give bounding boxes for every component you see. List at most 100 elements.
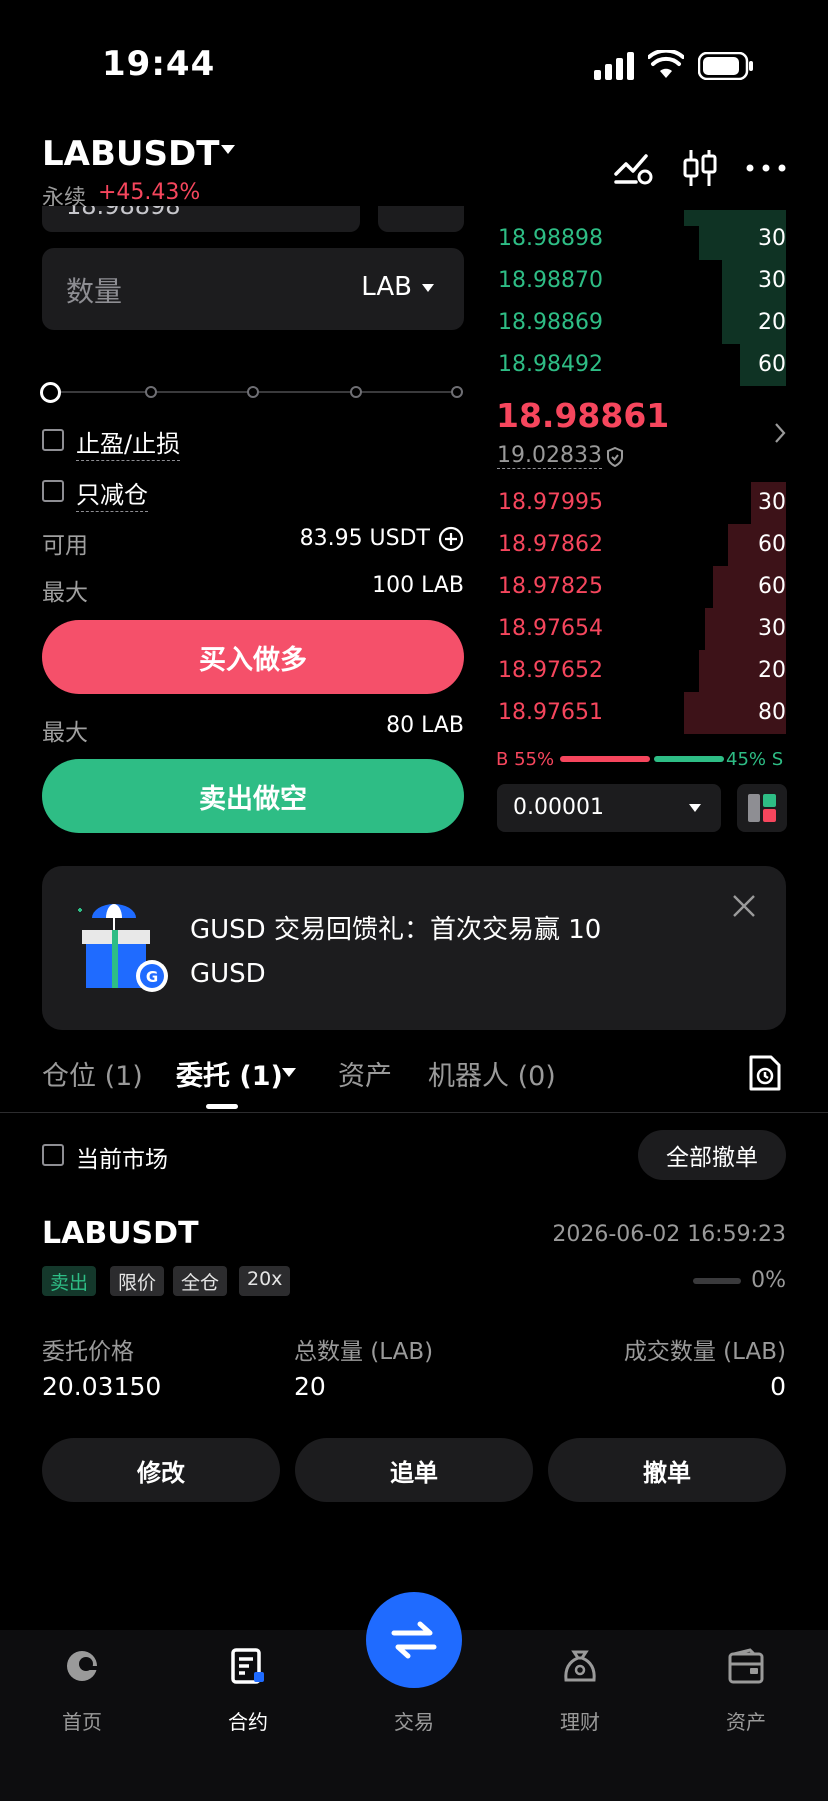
caret-down-icon[interactable] <box>282 1068 296 1078</box>
bid-row[interactable]: 18.97862 60 <box>496 524 786 566</box>
bid-price: 18.97652 <box>498 658 603 683</box>
precision-value: 0.00001 <box>513 795 604 820</box>
max-sell-value: 80 LAB <box>386 713 464 738</box>
promo-text: GUSD 交易回馈礼：首次交易赢 10 GUSD <box>190 915 602 989</box>
bid-row[interactable]: 18.97651 80 <box>496 692 786 734</box>
caret-down-icon[interactable] <box>422 284 434 293</box>
symbol-title[interactable]: LABUSDT <box>42 134 219 174</box>
order-price-label: 委托价格 <box>42 1339 134 1365</box>
caret-down-icon[interactable] <box>220 144 236 156</box>
order-symbol[interactable]: LABUSDT <box>42 1216 199 1251</box>
price-field-value-fragment: 18.98898 <box>66 206 181 220</box>
more-icon[interactable] <box>746 164 786 172</box>
bid-row[interactable]: 18.97825 60 <box>496 566 786 608</box>
price-alert-icon[interactable] <box>614 150 654 186</box>
slider-stop-25[interactable] <box>145 386 157 398</box>
reduce-only-checkbox[interactable] <box>42 480 64 502</box>
price-change-pct: +45.43% <box>98 180 201 205</box>
tab-assets[interactable]: 资产 <box>338 1054 392 1093</box>
swap-icon <box>391 1621 437 1659</box>
precision-select[interactable]: 0.00001 <box>497 784 721 832</box>
ask-row[interactable]: 18.98870 30 <box>496 260 786 302</box>
bid-qty: 30 <box>758 490 786 515</box>
available-value: 83.95 USDT <box>299 526 430 551</box>
current-market-checkbox[interactable] <box>42 1144 64 1166</box>
ask-price: 18.98870 <box>498 268 603 293</box>
bid-price: 18.97654 <box>498 616 603 641</box>
nav-assets-label: 资产 <box>726 1710 766 1734</box>
ask-row[interactable]: 18.98492 60 <box>496 344 786 386</box>
quantity-unit-select[interactable]: LAB <box>361 272 412 302</box>
bid-qty: 20 <box>758 658 786 683</box>
bid-row[interactable]: 18.97995 30 <box>496 482 786 524</box>
available-label: 可用 <box>42 533 88 559</box>
ask-qty: 30 <box>758 226 786 251</box>
reduce-only-label[interactable]: 只减仓 <box>76 475 148 512</box>
index-price[interactable]: 19.02833 <box>497 443 602 469</box>
nav-earn-label: 理财 <box>560 1710 600 1734</box>
svg-text:G: G <box>146 968 158 986</box>
bbo-field[interactable] <box>378 206 464 232</box>
ask-row[interactable]: 18.98869 20 <box>496 302 786 344</box>
total-qty-value: 20 <box>294 1372 326 1401</box>
slider-stop-100[interactable] <box>451 386 463 398</box>
quantity-input[interactable]: 数量 LAB <box>42 248 464 330</box>
last-price: 18.98861 <box>496 396 670 435</box>
candlestick-icon[interactable] <box>682 148 718 188</box>
add-circle-icon[interactable] <box>438 526 464 552</box>
sell-ratio: 45% S <box>726 749 784 770</box>
ask-price: 18.98898 <box>498 226 603 251</box>
bid-price: 18.97825 <box>498 574 603 599</box>
leverage-tag: 20x <box>239 1266 291 1296</box>
total-qty-label: 总数量 (LAB) <box>294 1339 434 1365</box>
ask-qty: 20 <box>758 310 786 335</box>
buy-ratio: B 55% <box>496 749 555 770</box>
tab-orders[interactable]: 委托 (1) <box>176 1054 283 1093</box>
order-history-icon[interactable] <box>749 1055 781 1091</box>
home-icon <box>64 1648 100 1688</box>
promo-banner[interactable]: G GUSD 交易回馈礼：首次交易赢 10 GUSD <box>42 866 786 1030</box>
wallet-icon <box>728 1648 764 1688</box>
sell-short-button[interactable]: 卖出做空 <box>42 759 464 833</box>
trade-fab-button[interactable] <box>366 1592 462 1688</box>
tab-bots[interactable]: 机器人 (0) <box>428 1054 556 1093</box>
ask-row[interactable]: 18.98898 30 <box>496 218 786 260</box>
buy-ratio-bar <box>560 756 650 762</box>
tabs-divider <box>0 1112 828 1113</box>
bid-qty: 80 <box>758 700 786 725</box>
chase-button[interactable]: 追单 <box>295 1438 533 1502</box>
max-buy-label: 最大 <box>42 580 88 606</box>
close-icon[interactable] <box>732 894 756 918</box>
buy-long-button[interactable]: 买入做多 <box>42 620 464 694</box>
quantity-placeholder: 数量 <box>66 275 123 308</box>
chevron-right-icon[interactable] <box>774 422 786 444</box>
bid-row[interactable]: 18.97652 20 <box>496 650 786 692</box>
order-price-value: 20.03150 <box>42 1372 162 1401</box>
price-field[interactable]: 18.98898 <box>42 206 360 232</box>
max-buy-value: 100 LAB <box>372 573 464 598</box>
bid-price: 18.97651 <box>498 700 603 725</box>
shield-icon <box>606 447 624 467</box>
signal-icon <box>594 52 634 80</box>
quantity-slider-thumb[interactable] <box>40 382 61 403</box>
tp-sl-label[interactable]: 止盈/止损 <box>76 424 181 461</box>
cancel-all-button[interactable]: 全部撤单 <box>638 1130 786 1180</box>
fill-percent: 0% <box>751 1268 786 1293</box>
ask-qty: 30 <box>758 268 786 293</box>
order-type-tag: 限价 <box>110 1266 165 1296</box>
current-market-label[interactable]: 当前市场 <box>76 1140 168 1174</box>
ask-price: 18.98869 <box>498 310 603 335</box>
gift-icon: G <box>76 896 172 1000</box>
slider-stop-50[interactable] <box>247 386 259 398</box>
tp-sl-checkbox[interactable] <box>42 429 64 451</box>
order-time: 2026-06-02 16:59:23 <box>552 1222 786 1247</box>
filled-qty-value: 0 <box>770 1372 786 1401</box>
tab-positions[interactable]: 仓位 (1) <box>42 1054 143 1093</box>
bid-row[interactable]: 18.97654 30 <box>496 608 786 650</box>
caret-down-icon <box>689 804 701 813</box>
cancel-order-button[interactable]: 撤单 <box>548 1438 786 1502</box>
layout-icon <box>748 794 776 822</box>
slider-stop-75[interactable] <box>350 386 362 398</box>
book-layout-toggle[interactable] <box>737 784 787 832</box>
modify-button[interactable]: 修改 <box>42 1438 280 1502</box>
